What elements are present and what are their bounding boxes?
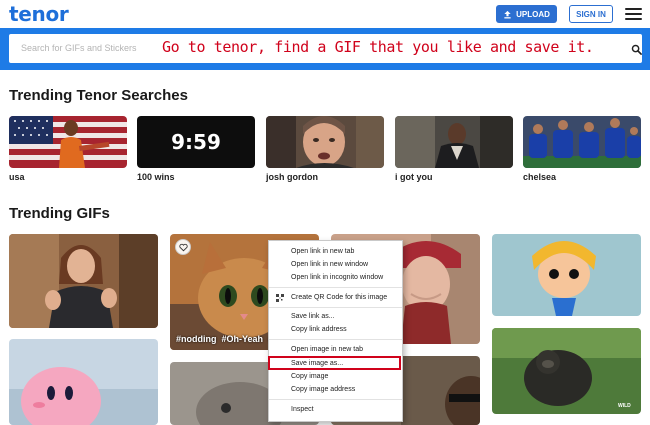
- i-got-you-thumbnail: [395, 116, 513, 168]
- upload-icon: [504, 10, 511, 18]
- trending-search-label[interactable]: usa: [9, 172, 25, 182]
- ctx-separator: [269, 287, 402, 288]
- ctx-create-qr-label: Create QR Code for this image: [291, 294, 388, 301]
- gif-tile[interactable]: [9, 339, 158, 425]
- save-image-highlight-box: [268, 356, 401, 370]
- gif-tags: #nodding #Oh-Yeah #: [176, 334, 273, 344]
- favorite-heart-icon[interactable]: [175, 239, 191, 255]
- ctx-open-image-new-tab[interactable]: Open image in new tab: [269, 344, 402, 356]
- ctx-separator: [269, 307, 402, 308]
- trending-search-card-i-got-you[interactable]: [395, 116, 513, 168]
- ctx-separator: [269, 399, 402, 400]
- top-bar: tenor UPLOAD SIGN IN: [0, 0, 650, 28]
- ctx-open-link-incognito[interactable]: Open link in incognito window: [269, 272, 402, 284]
- qr-code-icon: [276, 294, 284, 302]
- search-band: Search for GIFs and Stickers Go to tenor…: [0, 28, 650, 70]
- trending-search-label[interactable]: i got you: [395, 172, 433, 182]
- context-menu: Open link in new tab Open link in new wi…: [268, 240, 403, 422]
- gif-watermark: WILD: [618, 403, 631, 409]
- chelsea-thumbnail: [523, 116, 641, 168]
- trending-search-label[interactable]: 100 wins: [137, 172, 175, 182]
- tenor-logo[interactable]: tenor: [9, 2, 69, 26]
- ctx-create-qr-code[interactable]: Create QR Code for this image: [269, 292, 402, 304]
- ctx-copy-image[interactable]: Copy image: [269, 371, 402, 383]
- search-icon[interactable]: [631, 44, 642, 55]
- search-input[interactable]: Search for GIFs and Stickers Go to tenor…: [9, 34, 642, 63]
- trending-search-card-100-wins[interactable]: 9:59: [137, 116, 255, 168]
- josh-gordon-thumbnail: [266, 116, 384, 168]
- ctx-save-link-as[interactable]: Save link as...: [269, 311, 402, 323]
- upload-label: UPLOAD: [516, 9, 550, 19]
- trending-search-card-usa[interactable]: [9, 116, 127, 168]
- ctx-open-link-new-window[interactable]: Open link in new window: [269, 259, 402, 271]
- ctx-inspect[interactable]: Inspect: [269, 404, 402, 416]
- gif-kirby: [9, 339, 158, 425]
- ctx-copy-link-address[interactable]: Copy link address: [269, 324, 402, 336]
- gif-tile[interactable]: [492, 328, 641, 414]
- usa-thumbnail: [9, 116, 127, 168]
- trending-search-card-josh-gordon[interactable]: [266, 116, 384, 168]
- search-placeholder: Search for GIFs and Stickers: [21, 43, 137, 53]
- trending-search-label[interactable]: josh gordon: [266, 172, 318, 182]
- ctx-separator: [269, 339, 402, 340]
- gif-tile[interactable]: [492, 234, 641, 316]
- gif-tile[interactable]: [9, 234, 158, 328]
- gif-tag[interactable]: #nodding: [176, 334, 217, 344]
- hamburger-menu-icon[interactable]: [625, 8, 642, 20]
- upload-button[interactable]: UPLOAD: [496, 5, 557, 23]
- trending-searches-title: Trending Tenor Searches: [9, 87, 188, 104]
- ctx-open-link-new-tab[interactable]: Open link in new tab: [269, 246, 402, 258]
- trending-gifs-title: Trending GIFs: [9, 205, 110, 222]
- gif-gorilla: [492, 328, 641, 414]
- clock-overlay-text: 9:59: [171, 130, 221, 154]
- gif-cartoon-girl: [492, 234, 641, 316]
- ctx-copy-image-address[interactable]: Copy image address: [269, 384, 402, 396]
- trending-search-label[interactable]: chelsea: [523, 172, 556, 182]
- trending-search-card-chelsea[interactable]: [523, 116, 641, 168]
- gif-tag[interactable]: #Oh-Yeah: [222, 334, 264, 344]
- gif-woman-speaking: [9, 234, 158, 328]
- instruction-overlay-text: Go to tenor, find a GIF that you like an…: [162, 38, 594, 56]
- sign-in-button[interactable]: SIGN IN: [569, 5, 613, 23]
